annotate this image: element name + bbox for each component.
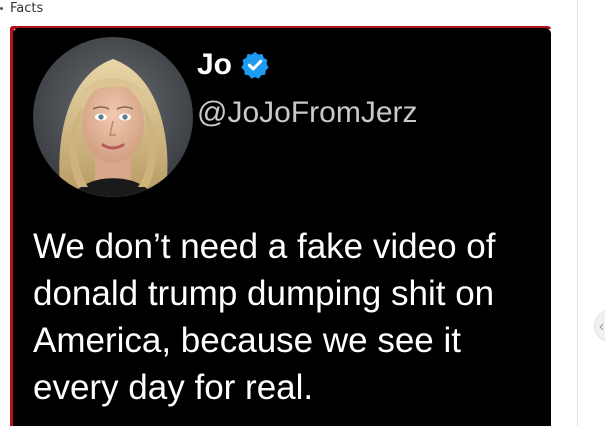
feed-column: Facts Jo @JoJoFromJerz We don’t need a f… (0, 0, 577, 426)
post-header: Facts (0, 0, 43, 16)
post-header-label: Facts (10, 0, 44, 16)
avatar (33, 37, 193, 197)
right-gutter (578, 0, 605, 426)
user-handle: @JoJoFromJerz (197, 96, 418, 129)
post-image[interactable]: Jo @JoJoFromJerz We don’t need a fake vi… (13, 28, 551, 426)
page: Facts Jo @JoJoFromJerz We don’t need a f… (0, 0, 605, 426)
verified-badge-icon (241, 51, 269, 79)
avatar-portrait (33, 37, 193, 197)
display-name: Jo (197, 48, 233, 81)
display-name-row: Jo (197, 48, 270, 82)
tweet-text: We don’t need a fake video of donald tru… (33, 227, 496, 407)
bullet-dot (0, 6, 3, 10)
